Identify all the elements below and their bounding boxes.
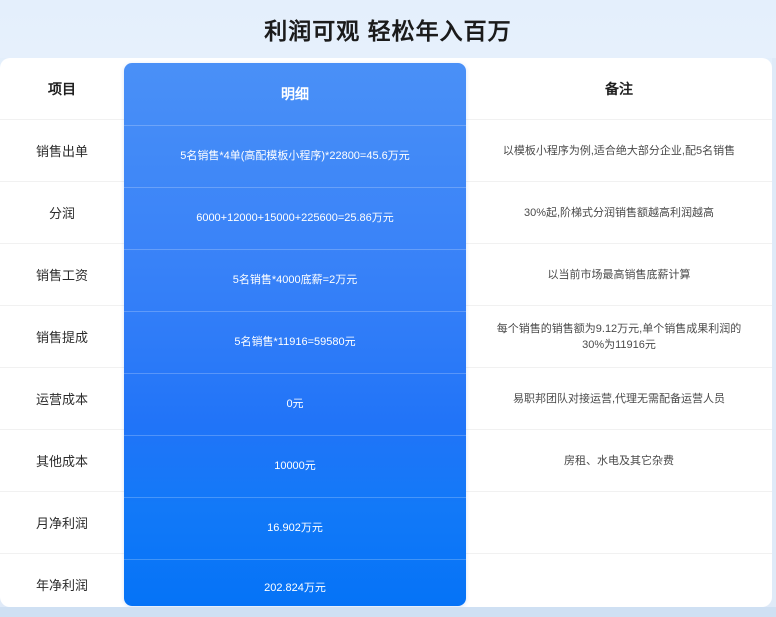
profit-table-card: 项目 备注 销售出单 以模板小程序为例,适合绝大部分企业,配5名销售 分润 bbox=[0, 58, 772, 607]
column-header-note-label: 备注 bbox=[605, 81, 633, 97]
detail-column-header: 明细 bbox=[124, 63, 466, 125]
row-item-label: 销售出单 bbox=[36, 144, 88, 159]
row-item-label: 分润 bbox=[49, 206, 75, 221]
detail-cell-label: 0元 bbox=[286, 396, 303, 413]
row-item-label: 运营成本 bbox=[36, 392, 88, 407]
detail-cell: 16.902万元 bbox=[124, 497, 466, 559]
row-note-cell: 以模板小程序为例,适合绝大部分企业,配5名销售 bbox=[466, 120, 772, 182]
row-item-label: 销售提成 bbox=[36, 330, 88, 345]
detail-cell: 6000+12000+15000+225600=25.86万元 bbox=[124, 187, 466, 249]
row-item-label: 其他成本 bbox=[36, 454, 88, 469]
detail-cell: 5名销售*4单(高配模板小程序)*22800=45.6万元 bbox=[124, 125, 466, 187]
row-item-cell: 销售工资 bbox=[0, 244, 124, 306]
row-note-cell: 易职邦团队对接运营,代理无需配备运营人员 bbox=[466, 368, 772, 430]
row-note-cell: 以当前市场最高销售底薪计算 bbox=[466, 244, 772, 306]
row-item-cell: 其他成本 bbox=[0, 430, 124, 492]
row-item-cell: 分润 bbox=[0, 182, 124, 244]
detail-highlight-column: 明细 5名销售*4单(高配模板小程序)*22800=45.6万元 6000+12… bbox=[124, 63, 466, 606]
detail-cell-label: 5名销售*4单(高配模板小程序)*22800=45.6万元 bbox=[180, 148, 410, 165]
row-note-cell: 30%起,阶梯式分润销售额越高利润越高 bbox=[466, 182, 772, 244]
detail-cell-label: 5名销售*11916=59580元 bbox=[234, 334, 355, 351]
column-header-item-label: 项目 bbox=[48, 81, 76, 97]
row-item-label: 月净利润 bbox=[36, 516, 88, 531]
row-note-cell: 房租、水电及其它杂费 bbox=[466, 430, 772, 492]
detail-cell: 10000元 bbox=[124, 435, 466, 497]
detail-cell-label: 6000+12000+15000+225600=25.86万元 bbox=[196, 210, 394, 227]
detail-cell-label: 5名销售*4000底薪=2万元 bbox=[233, 272, 357, 289]
row-item-cell: 年净利润 bbox=[0, 554, 124, 607]
detail-cell: 5名销售*4000底薪=2万元 bbox=[124, 249, 466, 311]
row-note-label: 房租、水电及其它杂费 bbox=[466, 453, 772, 470]
detail-cell: 5名销售*11916=59580元 bbox=[124, 311, 466, 373]
row-note-label: 以模板小程序为例,适合绝大部分企业,配5名销售 bbox=[466, 143, 772, 160]
row-item-cell: 月净利润 bbox=[0, 492, 124, 554]
detail-cell-label: 10000元 bbox=[274, 458, 316, 475]
detail-column-header-label: 明细 bbox=[281, 84, 309, 104]
row-item-label: 年净利润 bbox=[36, 578, 88, 593]
row-item-cell: 运营成本 bbox=[0, 368, 124, 430]
row-note-label: 以当前市场最高销售底薪计算 bbox=[466, 267, 772, 284]
column-header-item: 项目 bbox=[0, 58, 124, 120]
row-item-cell: 销售出单 bbox=[0, 120, 124, 182]
detail-cell: 0元 bbox=[124, 373, 466, 435]
detail-cell-label: 202.824万元 bbox=[264, 580, 326, 597]
right-edge-strip bbox=[772, 58, 776, 607]
row-note-cell bbox=[466, 492, 772, 554]
row-note-cell: 每个销售的销售额为9.12万元,单个销售成果利润的30%为11916元 bbox=[466, 306, 772, 368]
hero-banner: 利润可观 轻松年入百万 bbox=[0, 0, 776, 58]
column-header-note: 备注 bbox=[466, 58, 772, 120]
detail-cell: 202.824万元 bbox=[124, 559, 466, 607]
row-note-cell bbox=[466, 554, 772, 607]
row-item-cell: 销售提成 bbox=[0, 306, 124, 368]
detail-cell-label: 16.902万元 bbox=[267, 520, 323, 537]
page-title: 利润可观 轻松年入百万 bbox=[264, 12, 511, 46]
row-note-label: 30%起,阶梯式分润销售额越高利润越高 bbox=[466, 205, 772, 222]
row-item-label: 销售工资 bbox=[36, 268, 88, 283]
row-note-label: 易职邦团队对接运营,代理无需配备运营人员 bbox=[466, 391, 772, 408]
bottom-edge-strip bbox=[0, 607, 776, 617]
row-note-label: 每个销售的销售额为9.12万元,单个销售成果利润的30%为11916元 bbox=[466, 321, 772, 354]
